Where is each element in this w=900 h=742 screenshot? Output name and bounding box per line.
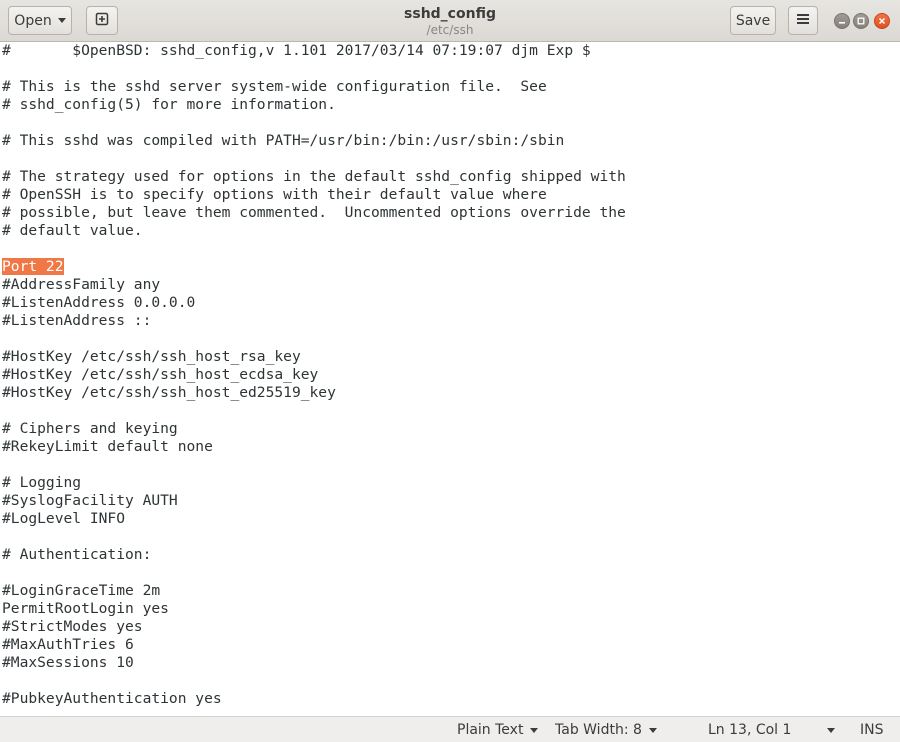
tab-width-selector[interactable]: Tab Width: 8 bbox=[555, 721, 657, 739]
editor-line[interactable]: # sshd_config(5) for more information. bbox=[2, 96, 336, 114]
window-close-icon bbox=[878, 17, 886, 25]
editor-line[interactable]: #MaxAuthTries 6 bbox=[2, 636, 134, 654]
editor-line[interactable]: #HostKey /etc/ssh/ssh_host_rsa_key bbox=[2, 348, 301, 366]
editor-line[interactable]: #HostKey /etc/ssh/ssh_host_ed25519_key bbox=[2, 384, 336, 402]
editor-line[interactable]: #MaxSessions 10 bbox=[2, 654, 134, 672]
language-selector[interactable]: Plain Text bbox=[457, 721, 539, 739]
editor-line[interactable]: # This sshd was compiled with PATH=/usr/… bbox=[2, 132, 564, 150]
editor-line[interactable]: # The strategy used for options in the d… bbox=[2, 168, 626, 186]
editor-line[interactable]: PermitRootLogin yes bbox=[2, 600, 169, 618]
chevron-down-icon bbox=[57, 18, 66, 23]
open-button-label: Open bbox=[14, 12, 52, 29]
editor-line[interactable]: # $OpenBSD: sshd_config,v 1.101 2017/03/… bbox=[2, 42, 591, 60]
editor-line[interactable]: #RekeyLimit default none bbox=[2, 438, 213, 456]
cursor-position-label: Ln 13, Col 1 bbox=[708, 722, 792, 738]
editor-line[interactable]: # default value. bbox=[2, 222, 143, 240]
chevron-down-icon bbox=[648, 727, 657, 733]
editor-line[interactable]: #PubkeyAuthentication yes bbox=[2, 690, 222, 708]
window-close-button[interactable] bbox=[874, 13, 890, 29]
editor-line[interactable]: # Logging bbox=[2, 474, 81, 492]
window-subtitle: /etc/ssh bbox=[426, 23, 474, 37]
window-title-area: sshd_config /etc/ssh bbox=[300, 5, 600, 37]
language-label: Plain Text bbox=[457, 722, 524, 738]
cursor-position[interactable]: Ln 13, Col 1 bbox=[708, 721, 791, 739]
cursor-position-dropdown[interactable] bbox=[820, 721, 835, 739]
menu-button[interactable] bbox=[788, 6, 818, 35]
header-bar: Open sshd_config /etc/ssh Save bbox=[0, 0, 900, 42]
editor-line[interactable]: #SyslogFacility AUTH bbox=[2, 492, 178, 510]
new-document-button[interactable] bbox=[86, 6, 118, 35]
editor-line[interactable]: Port 22 bbox=[2, 258, 64, 276]
insert-mode-indicator[interactable]: INS bbox=[860, 721, 884, 739]
status-bar: Plain Text Tab Width: 8 Ln 13, Col 1 INS bbox=[0, 716, 900, 742]
window-maximize-button[interactable] bbox=[853, 13, 869, 29]
editor-line[interactable]: #AddressFamily any bbox=[2, 276, 160, 294]
editor-line[interactable]: #StrictModes yes bbox=[2, 618, 143, 636]
hamburger-menu-icon bbox=[796, 13, 810, 29]
window-minimize-button[interactable] bbox=[834, 13, 850, 29]
text-editor-area[interactable]: # $OpenBSD: sshd_config,v 1.101 2017/03/… bbox=[0, 42, 900, 716]
editor-line[interactable]: #ListenAddress :: bbox=[2, 312, 151, 330]
window-title: sshd_config bbox=[404, 6, 496, 22]
window-minimize-icon bbox=[838, 17, 846, 25]
save-button-label: Save bbox=[735, 12, 771, 29]
window-maximize-icon bbox=[857, 17, 865, 25]
chevron-down-icon bbox=[827, 727, 835, 733]
chevron-down-icon bbox=[530, 727, 539, 733]
editor-line[interactable]: # Ciphers and keying bbox=[2, 420, 178, 438]
editor-line[interactable]: #ListenAddress 0.0.0.0 bbox=[2, 294, 195, 312]
editor-line[interactable]: # This is the sshd server system-wide co… bbox=[2, 78, 547, 96]
editor-line[interactable]: #HostKey /etc/ssh/ssh_host_ecdsa_key bbox=[2, 366, 318, 384]
gedit-window: Open sshd_config /etc/ssh Save # $OpenBS… bbox=[0, 0, 900, 742]
editor-line[interactable]: #LoginGraceTime 2m bbox=[2, 582, 160, 600]
selected-text: Port 22 bbox=[2, 258, 64, 275]
editor-line[interactable]: #LogLevel INFO bbox=[2, 510, 125, 528]
insert-mode-label: INS bbox=[860, 722, 884, 738]
editor-line[interactable]: # Authentication: bbox=[2, 546, 151, 564]
tab-width-label: Tab Width: 8 bbox=[555, 722, 642, 738]
editor-line[interactable]: # OpenSSH is to specify options with the… bbox=[2, 186, 547, 204]
save-button[interactable]: Save bbox=[730, 6, 776, 35]
editor-line[interactable]: # possible, but leave them commented. Un… bbox=[2, 204, 626, 222]
new-document-icon bbox=[94, 11, 110, 31]
open-button[interactable]: Open bbox=[8, 6, 72, 35]
